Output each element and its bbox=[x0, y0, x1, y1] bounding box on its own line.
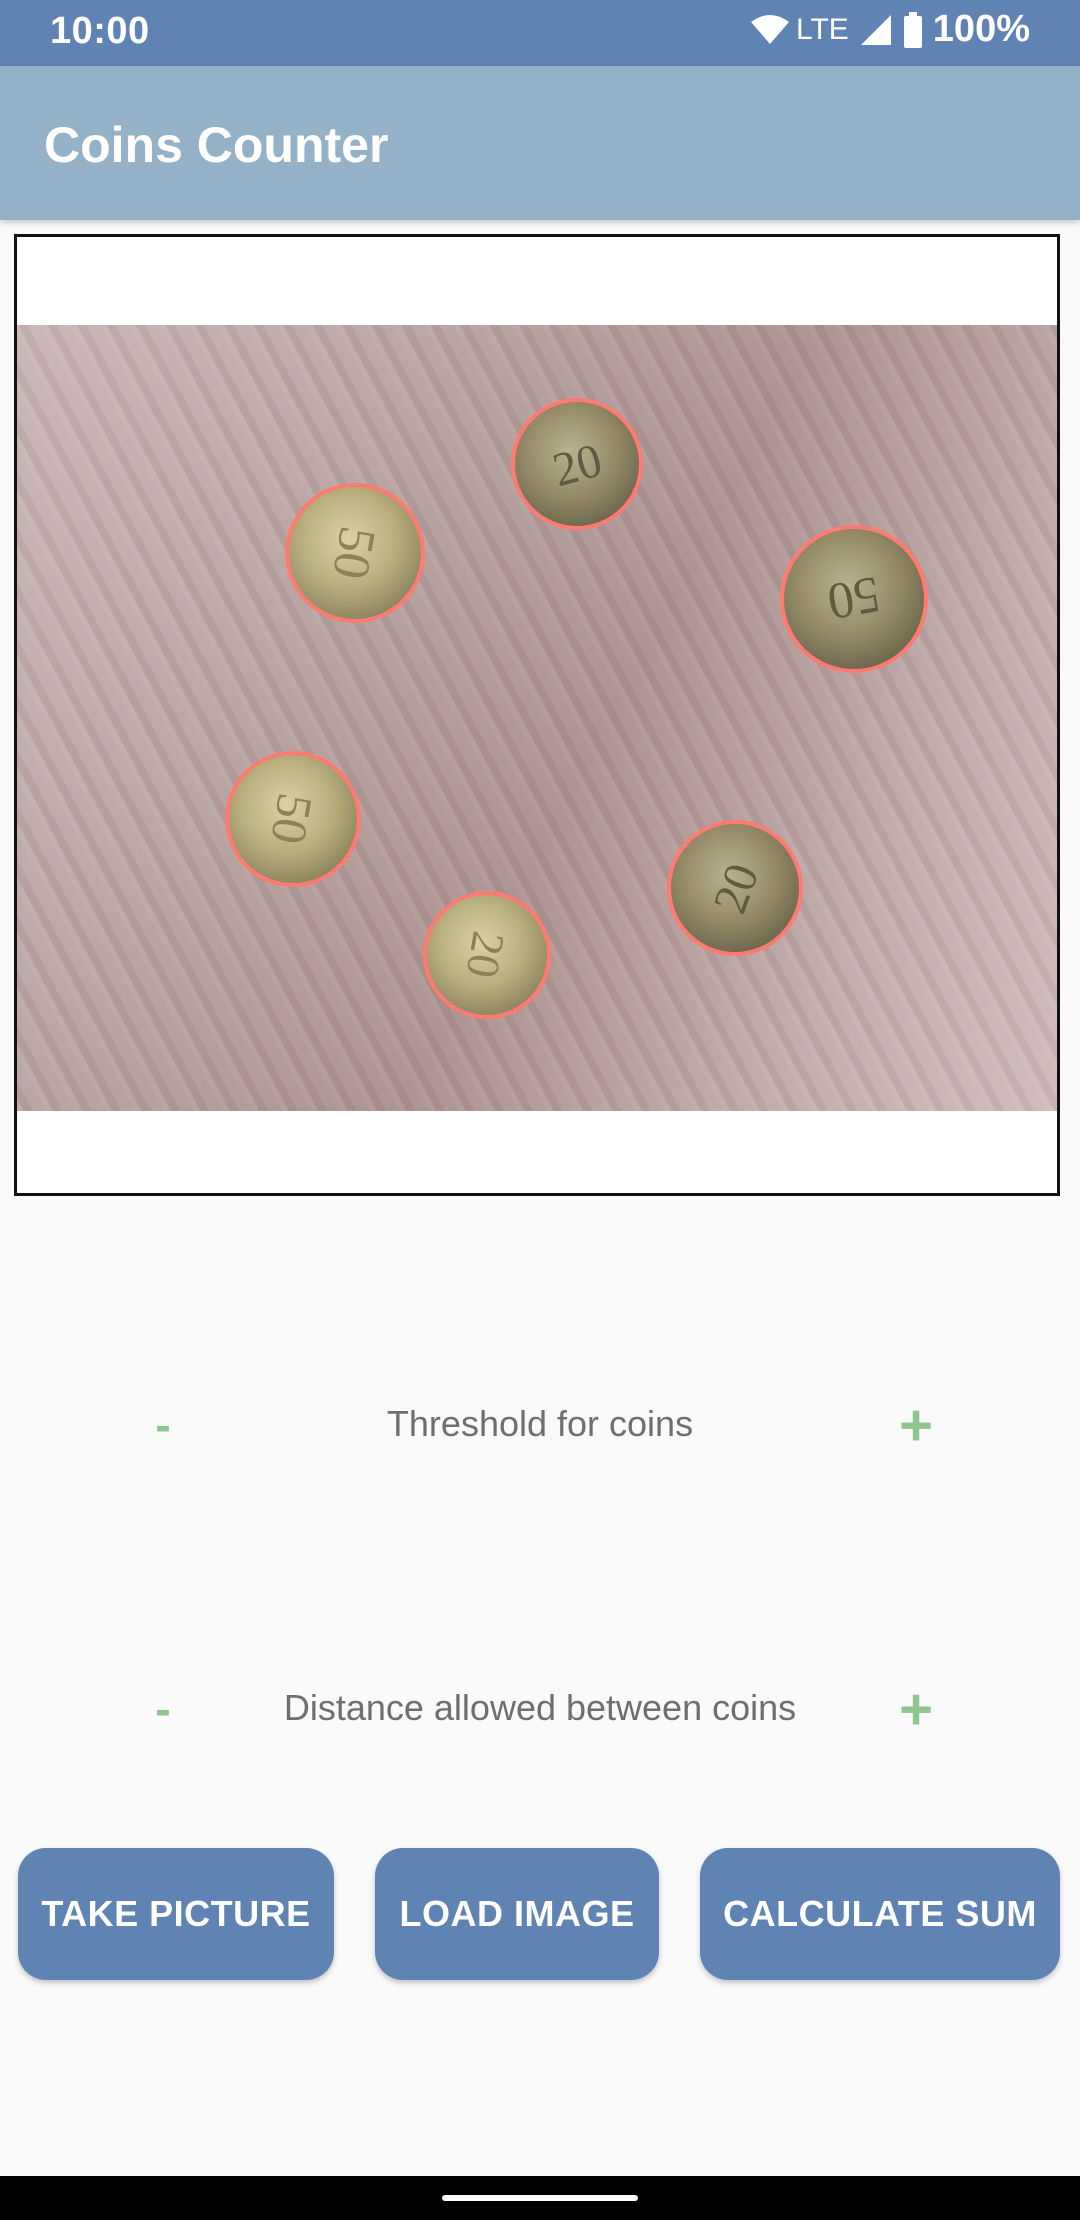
network-type: LTE bbox=[796, 12, 849, 46]
status-bar: 10:00 LTE 100% bbox=[0, 0, 1080, 66]
calculate-sum-button[interactable]: CALCULATE SUM bbox=[700, 1848, 1060, 1980]
distance-increase-button[interactable]: + bbox=[876, 1669, 956, 1749]
distance-control: - Distance allowed between coins + bbox=[0, 1669, 1080, 1749]
coin: 50 bbox=[225, 751, 361, 887]
take-picture-button[interactable]: TAKE PICTURE bbox=[18, 1848, 334, 1980]
app-bar: Coins Counter bbox=[0, 66, 1080, 220]
status-time: 10:00 bbox=[50, 10, 150, 52]
coin-photo: 50 20 50 50 20 20 bbox=[17, 325, 1057, 1111]
cell-signal-icon bbox=[860, 14, 891, 45]
battery-percentage: 100% bbox=[932, 8, 1030, 50]
coin-image-view: 50 20 50 50 20 20 bbox=[14, 234, 1060, 1196]
threshold-control: - Threshold for coins + bbox=[0, 1385, 1080, 1465]
navigation-bar bbox=[0, 2176, 1080, 2220]
home-handle[interactable] bbox=[442, 2195, 638, 2201]
status-icons: LTE 100% bbox=[750, 8, 1030, 51]
coin: 50 bbox=[285, 483, 425, 623]
svg-text:50: 50 bbox=[260, 789, 324, 848]
app-title: Coins Counter bbox=[44, 117, 389, 173]
threshold-increase-button[interactable]: + bbox=[876, 1385, 956, 1465]
coin: 50 bbox=[780, 525, 928, 673]
load-image-button[interactable]: LOAD IMAGE bbox=[375, 1848, 659, 1980]
coin: 20 bbox=[511, 398, 643, 530]
coin: 20 bbox=[423, 891, 551, 1019]
svg-text:50: 50 bbox=[321, 522, 386, 583]
wifi-icon bbox=[751, 14, 789, 44]
coin: 20 bbox=[667, 820, 803, 956]
battery-icon bbox=[903, 11, 922, 48]
svg-text:20: 20 bbox=[456, 928, 514, 982]
svg-text:50: 50 bbox=[823, 565, 884, 630]
